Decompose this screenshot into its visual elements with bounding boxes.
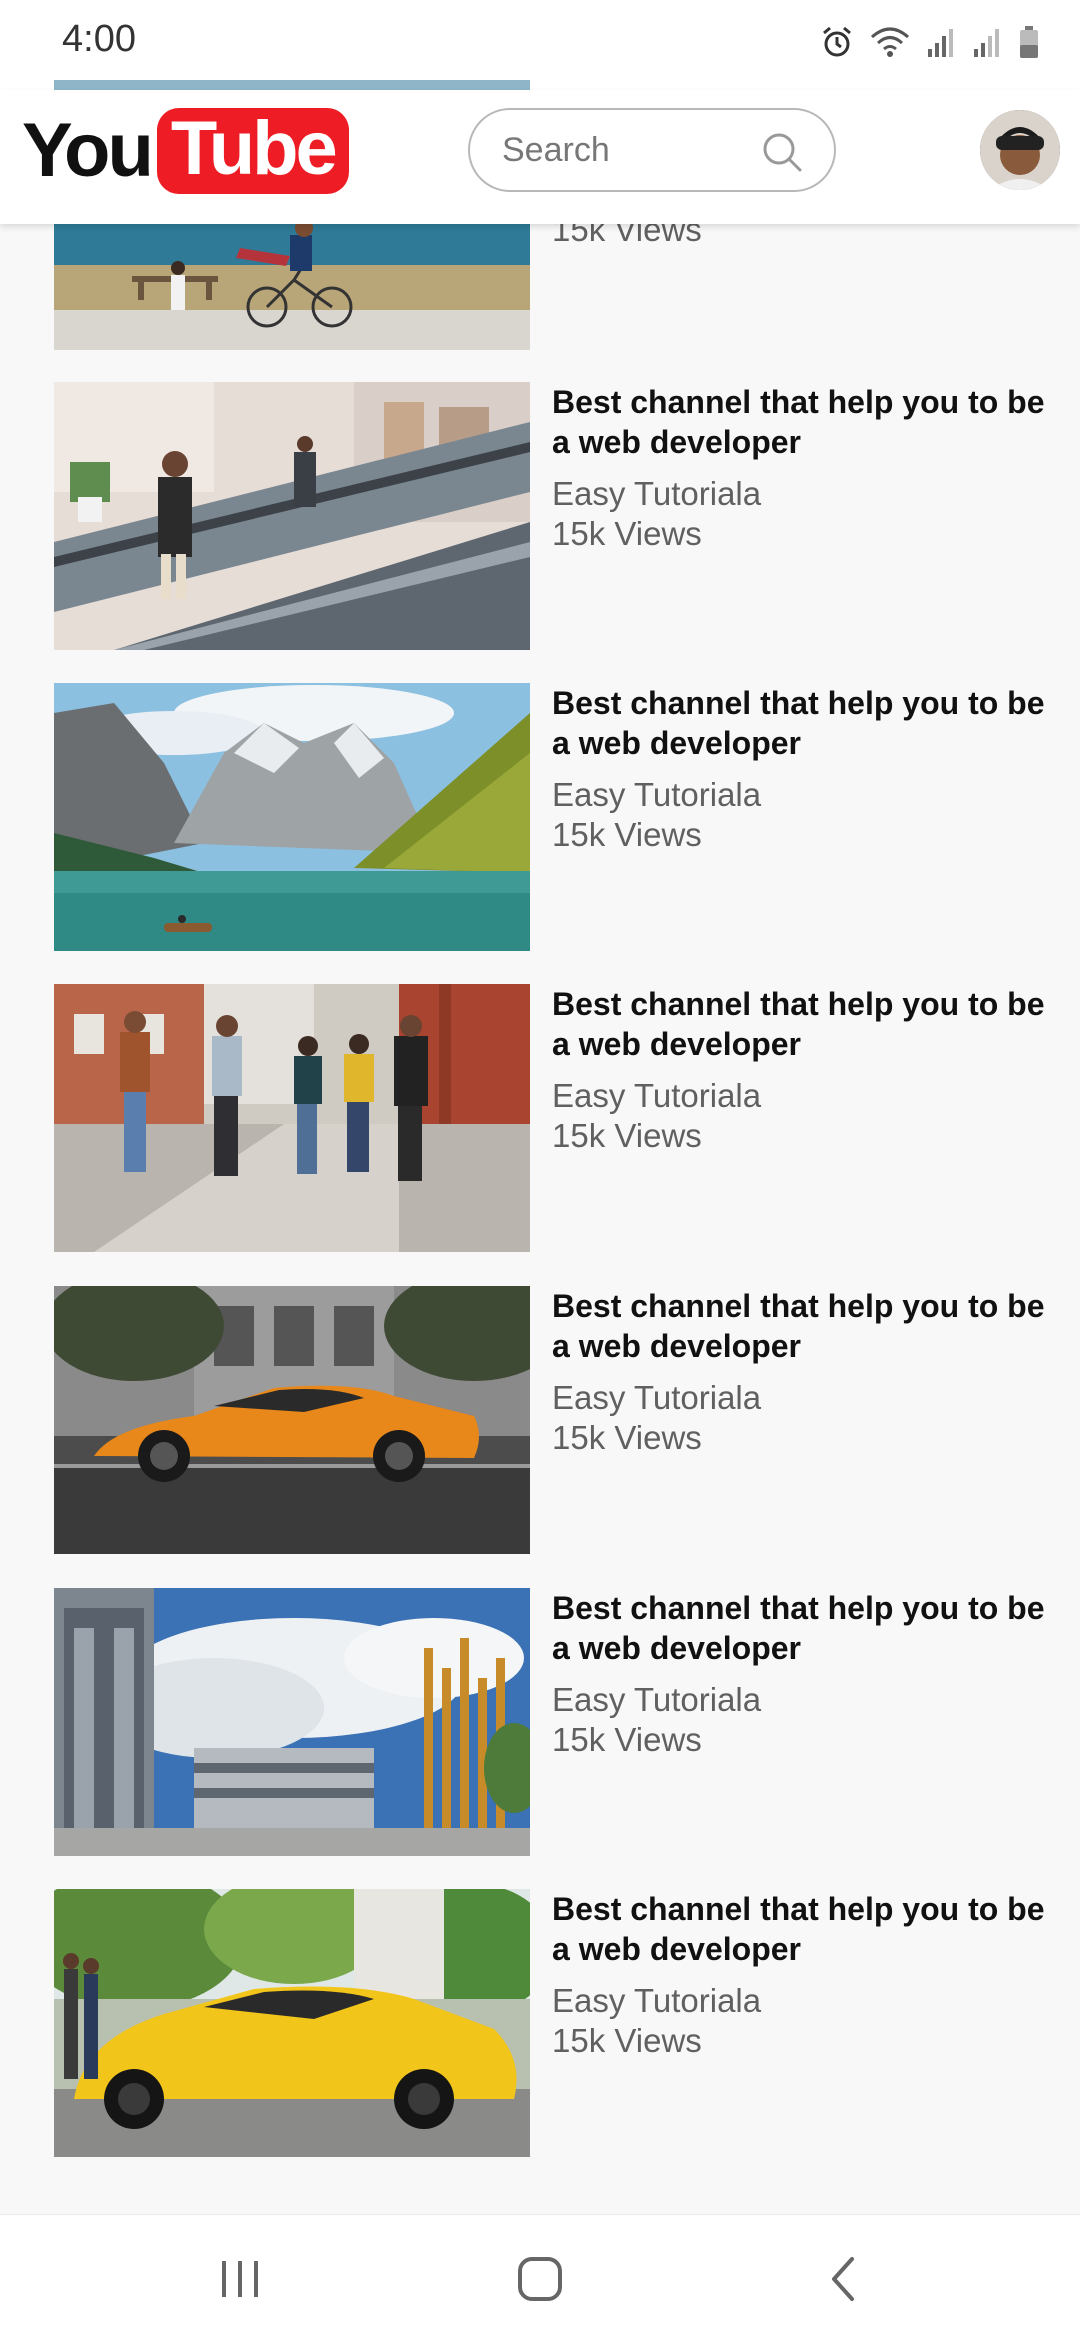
- orange-sports-car-thumbnail: [54, 1286, 530, 1554]
- home-icon: [518, 2257, 562, 2301]
- video-views: 15k Views: [552, 816, 702, 853]
- video-thumbnail[interactable]: [54, 1588, 530, 1856]
- video-title[interactable]: Best channel that help you to be a web d…: [552, 1286, 1052, 1366]
- video-info: Best channel that help you to be a web d…: [552, 683, 1052, 855]
- friends-walking-thumbnail: [54, 984, 530, 1252]
- search-box[interactable]: [468, 108, 836, 192]
- video-info: Best channel that help you to be a web d…: [552, 984, 1052, 1156]
- video-views: 15k Views: [552, 1419, 702, 1456]
- video-title[interactable]: Best channel that help you to be a web d…: [552, 382, 1052, 462]
- video-thumbnail[interactable]: [54, 1889, 530, 2157]
- youtube-logo[interactable]: You Tube: [22, 108, 349, 194]
- video-views: 15k Views: [552, 2022, 702, 2059]
- video-info: Best channel that help you to be a web d…: [552, 1588, 1052, 1760]
- avatar-image: [980, 110, 1060, 190]
- recent-apps-icon: [222, 2261, 258, 2297]
- video-item[interactable]: Best channel that help you to be a web d…: [54, 382, 1045, 652]
- back-button[interactable]: [804, 2249, 884, 2309]
- video-info: Best channel that help you to be a web d…: [552, 382, 1052, 554]
- search-input[interactable]: [502, 128, 742, 172]
- logo-text-tube: Tube: [170, 106, 338, 191]
- home-button[interactable]: [500, 2249, 580, 2309]
- video-thumbnail[interactable]: [54, 683, 530, 951]
- escalator-shopping-thumbnail: [54, 382, 530, 650]
- video-item[interactable]: Best channel that help you to be a web d…: [54, 984, 1045, 1254]
- video-title[interactable]: Best channel that help you to be a web d…: [552, 1588, 1052, 1668]
- yellow-sports-car-thumbnail: [54, 1889, 530, 2157]
- video-channel[interactable]: Easy Tutoriala: [552, 1981, 1052, 2021]
- video-channel[interactable]: Easy Tutoriala: [552, 1680, 1052, 1720]
- video-item[interactable]: Best channel that help you to be a web d…: [54, 683, 1045, 953]
- video-title[interactable]: Best channel that help you to be a web d…: [552, 683, 1052, 763]
- logo-text-you: You: [22, 108, 154, 193]
- back-icon: [832, 2257, 854, 2301]
- video-thumbnail[interactable]: [54, 1286, 530, 1554]
- logo-red-box: Tube: [156, 106, 349, 194]
- video-info: Best channel that help you to be a web d…: [552, 1286, 1052, 1458]
- video-channel[interactable]: Easy Tutoriala: [552, 1076, 1052, 1116]
- video-views: 15k Views: [552, 515, 702, 552]
- video-title[interactable]: Best channel that help you to be a web d…: [552, 984, 1052, 1064]
- video-channel[interactable]: Easy Tutoriala: [552, 474, 1052, 514]
- campus-buildings-thumbnail: [54, 1588, 530, 1856]
- video-channel[interactable]: Easy Tutoriala: [552, 1378, 1052, 1418]
- video-feed[interactable]: 15k Views Best channel that help you to …: [0, 0, 1080, 2214]
- video-item[interactable]: Best channel that help you to be a web d…: [54, 1286, 1045, 1556]
- recent-apps-button[interactable]: [200, 2249, 280, 2309]
- video-title[interactable]: Best channel that help you to be a web d…: [552, 1889, 1052, 1969]
- video-info: Best channel that help you to be a web d…: [552, 1889, 1052, 2061]
- mountain-lake-thumbnail: [54, 683, 530, 951]
- video-thumbnail[interactable]: [54, 382, 530, 650]
- video-thumbnail[interactable]: [54, 984, 530, 1252]
- video-channel[interactable]: Easy Tutoriala: [552, 775, 1052, 815]
- avatar[interactable]: [980, 110, 1060, 190]
- search-icon[interactable]: [760, 130, 804, 174]
- video-item[interactable]: Best channel that help you to be a web d…: [54, 1588, 1045, 1858]
- app-header: You Tube: [0, 90, 1080, 224]
- system-nav-bar: [0, 2214, 1080, 2341]
- video-item[interactable]: Best channel that help you to be a web d…: [54, 1889, 1045, 2159]
- video-views: 15k Views: [552, 1117, 702, 1154]
- video-views: 15k Views: [552, 1721, 702, 1758]
